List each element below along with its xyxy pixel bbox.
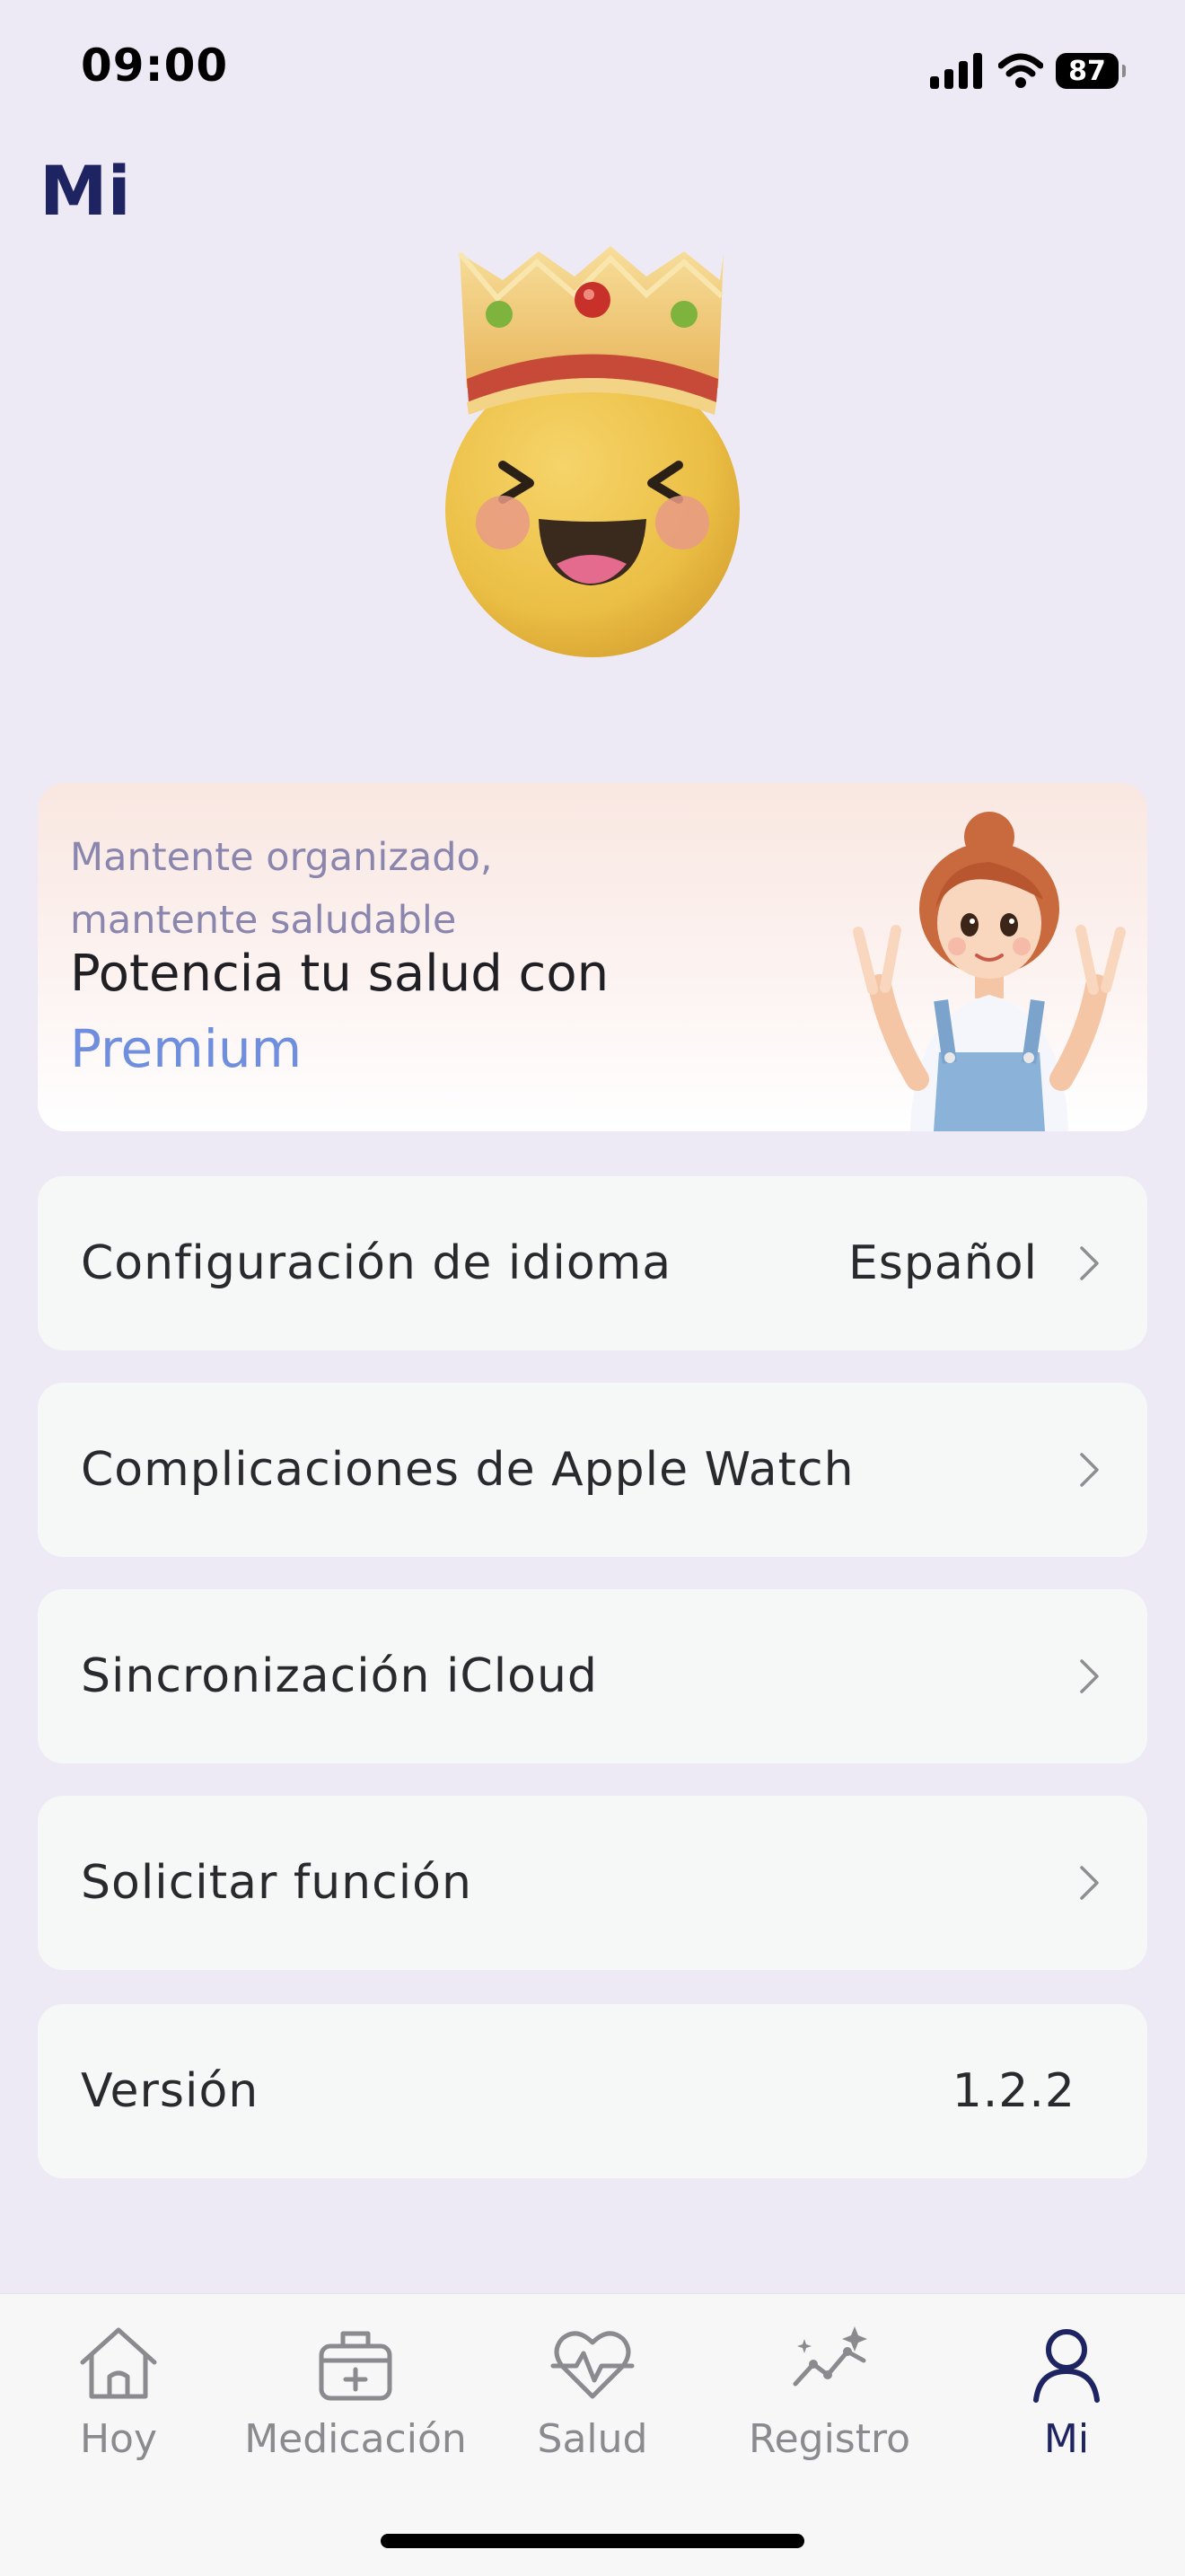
- tab-salud[interactable]: Salud: [485, 2321, 700, 2474]
- home-icon: [80, 2327, 157, 2399]
- premium-accent: Premium: [70, 1018, 303, 1079]
- icloud-sync-row[interactable]: Sincronización iCloud: [38, 1589, 1147, 1763]
- language-settings-row[interactable]: Configuración de idioma Español: [38, 1176, 1147, 1350]
- tab-label-medicacion: Medicación: [244, 2416, 467, 2462]
- language-value: Español: [847, 1236, 1038, 1290]
- tab-registro[interactable]: Registro: [722, 2321, 937, 2474]
- chevron-right-icon: [1080, 1246, 1099, 1280]
- premium-subtitle-line1: Mantente organizado,: [70, 835, 493, 880]
- premium-subtitle-line2: mantente saludable: [70, 898, 457, 943]
- battery-icon: 87: [1056, 53, 1126, 89]
- version-label: Versión: [81, 2064, 259, 2118]
- tab-label-salud: Salud: [537, 2416, 648, 2462]
- girl-illustration: [853, 812, 1126, 1131]
- premium-headline: Potencia tu salud con: [70, 945, 610, 1003]
- language-settings-label: Configuración de idioma: [81, 1236, 672, 1290]
- heart-pulse-icon: [550, 2331, 635, 2399]
- tab-label-registro: Registro: [748, 2416, 911, 2462]
- apple-watch-row[interactable]: Complicaciones de Apple Watch: [38, 1383, 1147, 1557]
- tab-medicacion[interactable]: Medicación: [244, 2321, 467, 2474]
- tab-label-mi: Mi: [1043, 2416, 1090, 2462]
- person-icon: [1033, 2329, 1100, 2403]
- trend-sparkle-icon: [793, 2326, 867, 2387]
- icloud-sync-label: Sincronización iCloud: [81, 1649, 598, 1703]
- premium-subtitle: Mantente organizado, mantente saludable: [70, 826, 698, 952]
- tab-label-hoy: Hoy: [79, 2416, 158, 2462]
- battery-level: 87: [1068, 55, 1106, 87]
- tab-hoy[interactable]: Hoy: [11, 2321, 226, 2474]
- medical-kit-icon: [319, 2331, 392, 2401]
- chevron-right-icon: [1080, 1866, 1099, 1900]
- home-indicator: [381, 2534, 804, 2548]
- version-row: Versión 1.2.2: [38, 2004, 1147, 2178]
- tab-mi[interactable]: Mi: [959, 2321, 1174, 2474]
- feature-request-label: Solicitar función: [81, 1856, 472, 1910]
- version-value: 1.2.2: [952, 2064, 1075, 2118]
- status-icons: 87: [930, 48, 1126, 93]
- premium-banner[interactable]: Mantente organizado, mantente saludable …: [38, 783, 1147, 1131]
- apple-watch-label: Complicaciones de Apple Watch: [81, 1443, 855, 1497]
- status-time: 09:00: [81, 40, 229, 92]
- signal-icon: [930, 53, 982, 89]
- feature-request-row[interactable]: Solicitar función: [38, 1796, 1147, 1970]
- chevron-right-icon: [1080, 1453, 1099, 1487]
- avatar[interactable]: [440, 244, 742, 657]
- chevron-right-icon: [1080, 1659, 1099, 1693]
- page-title: Mi: [40, 151, 131, 231]
- wifi-icon: [998, 53, 1043, 88]
